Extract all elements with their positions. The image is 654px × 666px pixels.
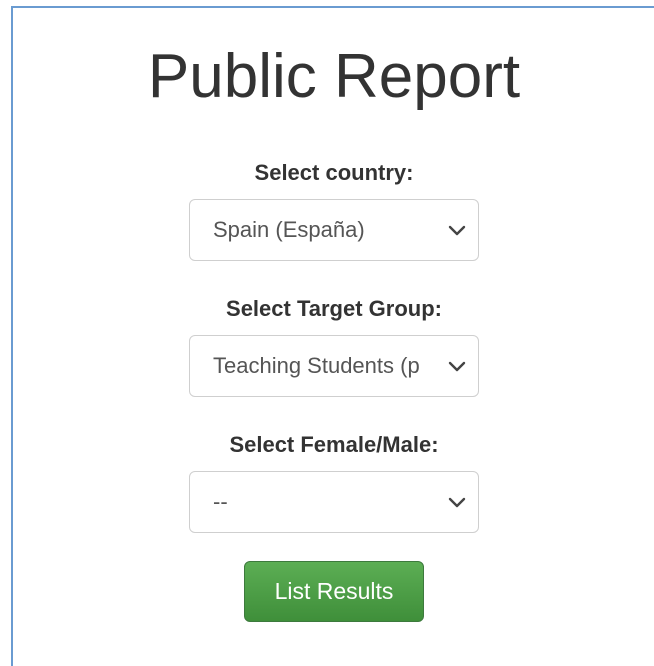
country-select[interactable]: Spain (España) bbox=[189, 199, 479, 261]
page-title: Public Report bbox=[147, 42, 521, 111]
gender-label: Select Female/Male: bbox=[229, 432, 439, 457]
gender-select[interactable]: -- bbox=[189, 471, 479, 533]
target-group-select-value: Teaching Students (p bbox=[213, 353, 420, 378]
list-results-button[interactable]: List Results bbox=[244, 561, 424, 622]
target-group-select[interactable]: Teaching Students (p bbox=[189, 335, 479, 397]
country-select-value: Spain (España) bbox=[213, 217, 365, 242]
target-group-label: Select Target Group: bbox=[226, 296, 442, 321]
gender-select-value: -- bbox=[213, 489, 228, 514]
country-label: Select country: bbox=[254, 160, 414, 185]
chevron-down-icon bbox=[448, 225, 466, 236]
chevron-down-icon bbox=[448, 497, 466, 508]
chevron-down-icon bbox=[448, 361, 466, 372]
